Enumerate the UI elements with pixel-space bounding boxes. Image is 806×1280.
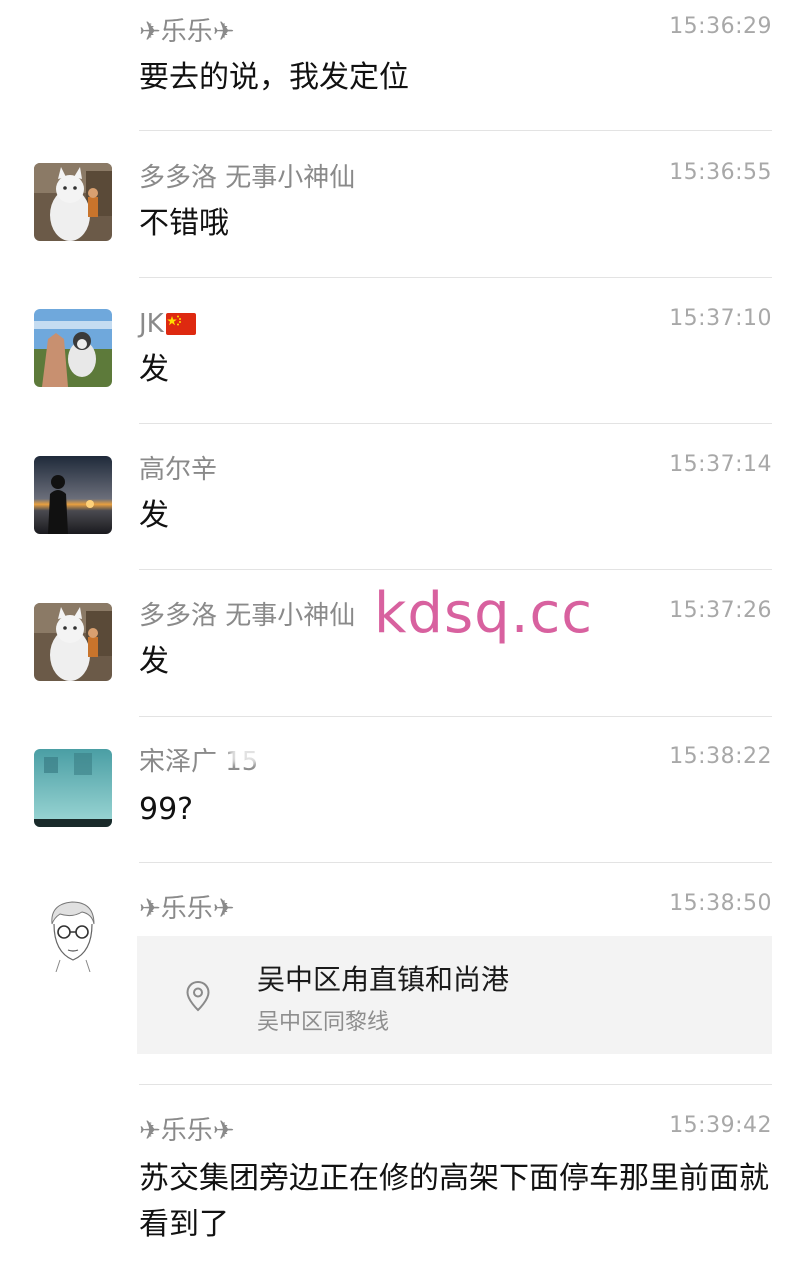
- message-text: 要去的说，我发定位: [139, 60, 409, 95]
- sender-name[interactable]: ✈乐乐✈: [139, 16, 235, 48]
- divider: [139, 1084, 772, 1085]
- china-flag-icon: [165, 311, 196, 343]
- divider: [139, 130, 772, 131]
- message-time: 15:37:26: [669, 598, 772, 623]
- sender-name[interactable]: 多多洛 无事小神仙: [139, 162, 355, 194]
- message-text: 发: [139, 498, 169, 533]
- location-title: 吴中区甪直镇和尚港: [257, 963, 510, 996]
- watermark: kdsq.cc: [374, 581, 594, 646]
- avatar-cat-statue-icon: [34, 163, 112, 241]
- message-text: 发: [139, 352, 169, 387]
- location-card[interactable]: 吴中区甪直镇和尚港 吴中区同黎线: [137, 936, 772, 1054]
- sender-name-text: JK: [139, 309, 164, 339]
- message-text: 苏交集团旁边正在修的高架下面停车那里前面就看到了: [139, 1161, 769, 1242]
- location-pin-icon: [185, 980, 211, 1012]
- divider: [139, 862, 772, 863]
- avatar[interactable]: [34, 163, 112, 241]
- sender-name[interactable]: 多多洛 无事小神仙: [139, 600, 355, 632]
- message-time: 15:37:10: [669, 306, 772, 331]
- avatar-teal-landscape-icon: [34, 749, 112, 827]
- message-time: 15:37:14: [669, 452, 772, 477]
- location-subtitle: 吴中区同黎线: [257, 1010, 390, 1035]
- avatar-sunset-silhouette-icon: [34, 456, 112, 534]
- redaction-smear: [230, 744, 420, 764]
- message-time: 15:38:50: [669, 891, 772, 916]
- divider: [139, 277, 772, 278]
- sender-name[interactable]: ✈乐乐✈: [139, 1115, 235, 1147]
- avatar[interactable]: [34, 894, 112, 972]
- message-text: 发: [139, 644, 169, 679]
- avatar[interactable]: [34, 456, 112, 534]
- divider: [139, 423, 772, 424]
- sender-name[interactable]: ✈乐乐✈: [139, 893, 235, 925]
- sender-name[interactable]: 高尔辛: [139, 454, 217, 486]
- message-text: 不错哦: [139, 206, 229, 241]
- avatar[interactable]: [34, 309, 112, 387]
- avatar[interactable]: [34, 603, 112, 681]
- avatar-cat-statue-icon: [34, 603, 112, 681]
- divider: [139, 716, 772, 717]
- avatar-dog-photo-icon: [34, 309, 112, 387]
- message-time: 15:39:42: [669, 1113, 772, 1138]
- sender-name[interactable]: JK: [139, 308, 196, 343]
- message-time: 15:36:55: [669, 160, 772, 185]
- divider: [139, 569, 772, 570]
- message-time: 15:38:22: [669, 744, 772, 769]
- message-time: 15:36:29: [669, 14, 772, 39]
- avatar[interactable]: [34, 749, 112, 827]
- avatar-sketch-portrait-icon: [34, 894, 112, 972]
- message-text: 99?: [139, 792, 194, 827]
